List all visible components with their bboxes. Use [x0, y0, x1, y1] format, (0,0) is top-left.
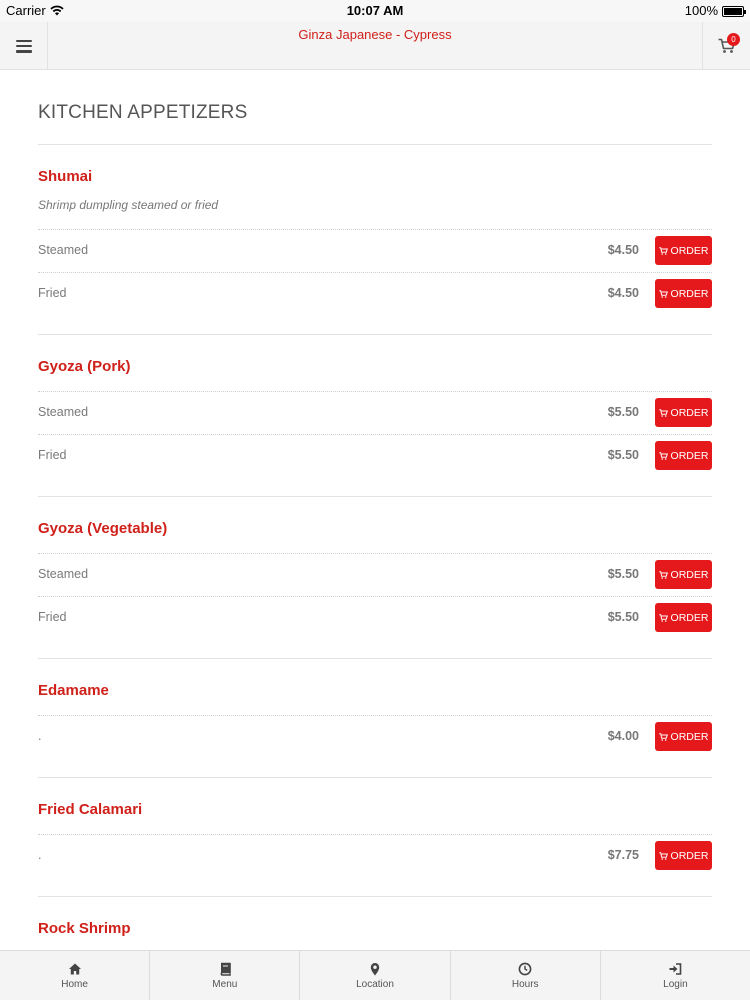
tab-home[interactable]: Home	[0, 951, 151, 1000]
option-price: $5.50	[607, 610, 639, 624]
cart-count-badge: 0	[727, 33, 740, 46]
item-name: Gyoza (Vegetable)	[38, 520, 168, 537]
item-option-row: Fried $5.50 ORDER	[38, 434, 712, 477]
order-button[interactable]: ORDER	[655, 603, 712, 632]
option-price: $5.50	[607, 448, 639, 462]
order-button[interactable]: ORDER	[655, 398, 712, 427]
order-button-label: ORDER	[670, 449, 709, 462]
item-description: Shrimp dumpling steamed or fried	[38, 198, 219, 212]
order-button[interactable]: ORDER	[655, 560, 712, 589]
order-button-label: ORDER	[670, 730, 709, 743]
top-nav-bar: Ginza Japanese - Cypress 0	[0, 22, 750, 70]
cart-icon	[658, 451, 668, 460]
tab-label: Home	[61, 978, 88, 990]
item-name: Shumai	[38, 168, 93, 185]
cart-icon	[658, 732, 668, 741]
battery-icon	[722, 6, 746, 17]
order-button[interactable]: ORDER	[655, 722, 712, 751]
item-option-row: Fried $5.50 ORDER	[38, 596, 712, 639]
order-button[interactable]: ORDER	[655, 279, 712, 308]
order-button[interactable]: ORDER	[655, 441, 712, 470]
item-option-row: . $4.00 ORDER	[38, 715, 712, 758]
item-option-row: Steamed $5.50 ORDER	[38, 391, 712, 434]
option-label: Steamed	[38, 405, 89, 419]
tab-label: Login	[663, 978, 688, 990]
cart-icon	[658, 613, 668, 622]
battery-percent: 100%	[684, 3, 718, 18]
item-option-row: Steamed $5.50 ORDER	[38, 553, 712, 596]
cart-icon	[658, 289, 668, 298]
tab-login[interactable]: Login	[601, 951, 750, 1000]
option-price: $5.50	[607, 405, 639, 419]
option-price: $4.50	[607, 286, 639, 300]
tab-location[interactable]: Location	[300, 951, 451, 1000]
cart-icon	[658, 246, 668, 255]
item-option-row: Steamed $4.50 ORDER	[38, 229, 712, 272]
item-option-row: . $7.75 ORDER	[38, 834, 712, 877]
tab-label: Hours	[511, 978, 539, 990]
option-label: Fried	[38, 448, 67, 462]
tab-label: Location	[356, 978, 394, 990]
clock-time: 10:07 AM	[346, 3, 404, 18]
order-button[interactable]: ORDER	[655, 236, 712, 265]
item-name: Fried Calamari	[38, 801, 143, 818]
order-button-label: ORDER	[670, 287, 709, 300]
option-label: Steamed	[38, 567, 89, 581]
divider	[38, 658, 712, 659]
order-button-label: ORDER	[670, 568, 709, 581]
option-label: .	[38, 729, 42, 743]
bottom-tab-bar: Home Menu Location Hours Login	[0, 950, 750, 1000]
restaurant-title: Ginza Japanese - Cypress	[298, 27, 452, 42]
item-name: Gyoza (Pork)	[38, 358, 131, 375]
tab-hours[interactable]: Hours	[451, 951, 601, 1000]
cart-icon	[658, 570, 668, 579]
map-pin-icon	[370, 962, 380, 975]
option-label: Steamed	[38, 243, 89, 257]
option-price: $4.50	[607, 243, 639, 257]
menu-content: KITCHEN APPETIZERS Shumai Shrimp dumplin…	[0, 70, 750, 950]
order-button[interactable]: ORDER	[655, 841, 712, 870]
tab-menu[interactable]: Menu	[150, 951, 301, 1000]
divider	[38, 144, 712, 145]
option-price: $5.50	[607, 567, 639, 581]
option-label: Fried	[38, 286, 67, 300]
home-icon	[68, 963, 81, 974]
cart-icon	[658, 851, 668, 860]
option-price: $4.00	[607, 729, 639, 743]
status-bar: Carrier 10:07 AM 100%	[0, 0, 750, 22]
divider	[38, 334, 712, 335]
book-icon	[220, 962, 231, 976]
order-button-label: ORDER	[670, 849, 709, 862]
divider	[38, 496, 712, 497]
item-option-row: Fried $4.50 ORDER	[38, 272, 712, 315]
cart-icon	[658, 408, 668, 417]
option-label: Fried	[38, 610, 67, 624]
order-button-label: ORDER	[670, 406, 709, 419]
option-price: $7.75	[607, 848, 639, 862]
sign-in-icon	[669, 962, 682, 975]
tab-label: Menu	[212, 978, 238, 990]
order-button-label: ORDER	[670, 244, 709, 257]
order-button-label: ORDER	[670, 611, 709, 624]
item-name: Edamame	[38, 682, 109, 699]
section-title: KITCHEN APPETIZERS	[38, 102, 248, 123]
clock-icon	[518, 962, 532, 975]
option-label: .	[38, 848, 42, 862]
divider	[38, 777, 712, 778]
item-name: Rock Shrimp	[38, 920, 131, 937]
cart-button[interactable]: 0	[702, 22, 750, 70]
divider	[38, 896, 712, 897]
